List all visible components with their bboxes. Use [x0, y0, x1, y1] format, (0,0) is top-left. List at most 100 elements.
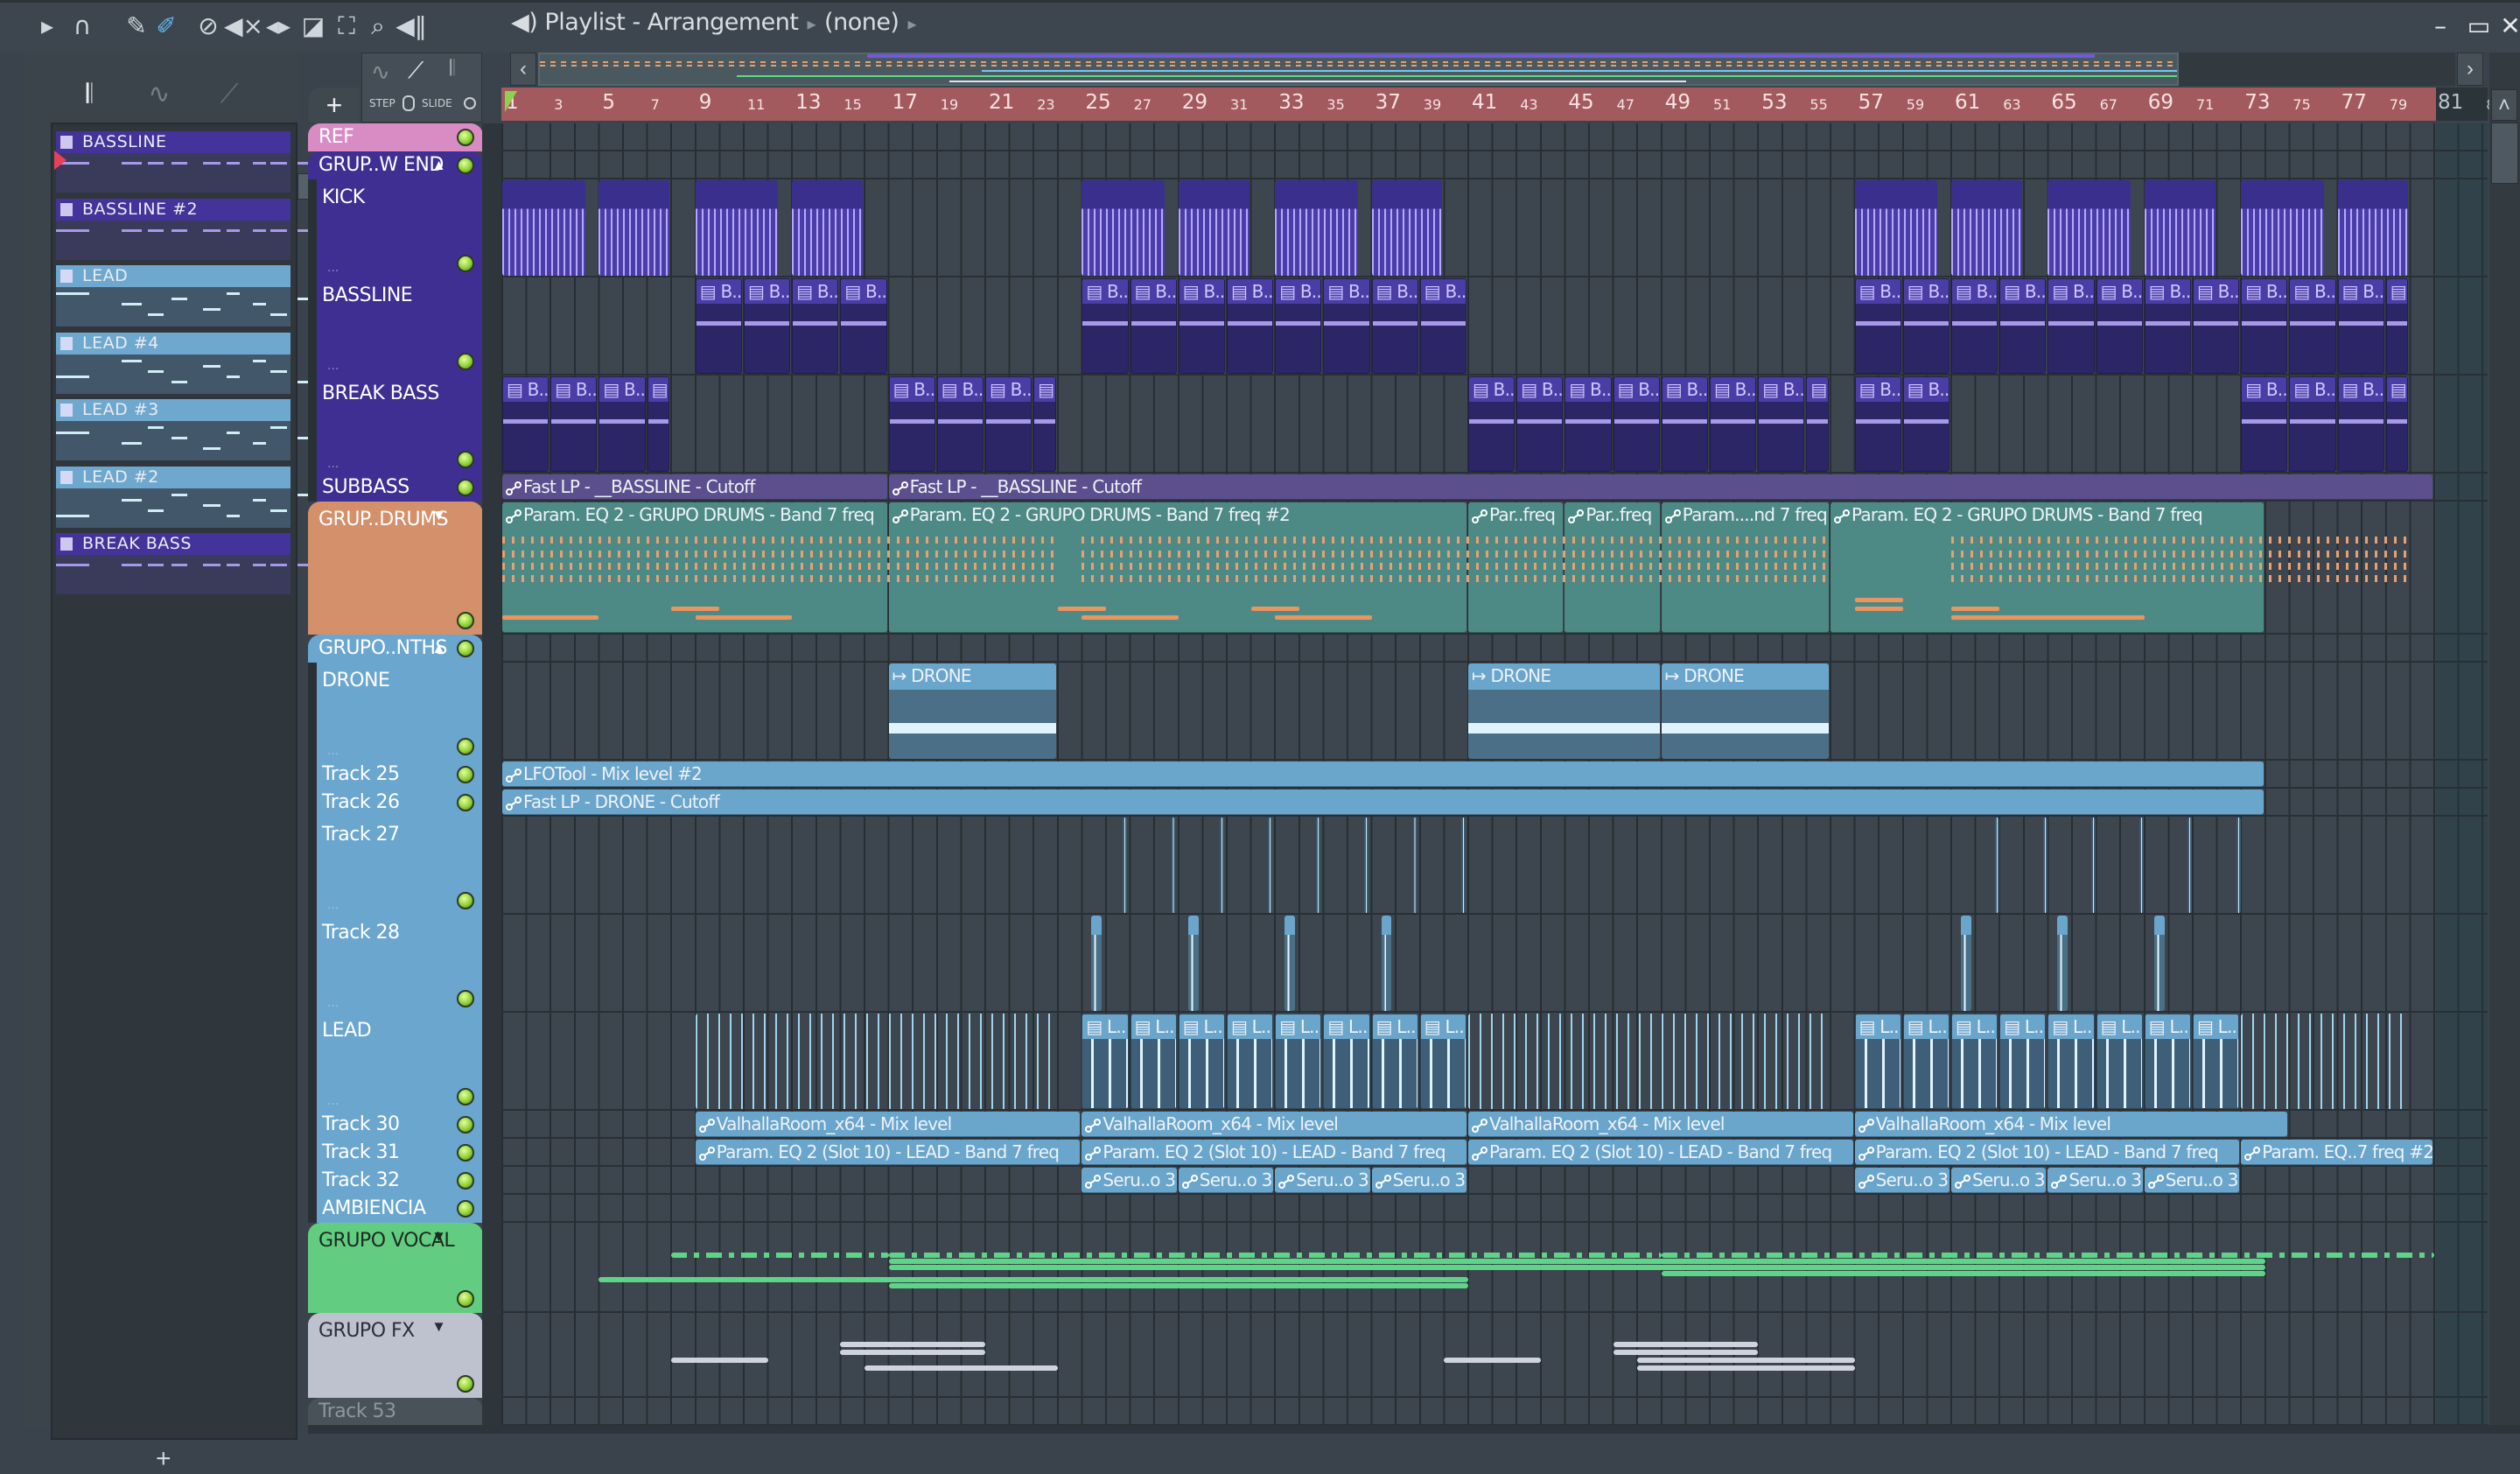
audio-clip[interactable] — [598, 180, 670, 276]
pattern-clip[interactable]: ▤ B.. — [1999, 278, 2047, 374]
audio-clip[interactable] — [1854, 180, 1938, 276]
track-header[interactable]: BASSLINE... — [308, 277, 483, 376]
pattern-clip[interactable]: ▤ B.. — [2241, 376, 2288, 472]
track-mute-led[interactable] — [457, 738, 474, 755]
scroll-up-button[interactable]: ˄ — [2491, 89, 2517, 121]
track-header[interactable]: GRUPO VOCAL ▼ — [308, 1223, 483, 1313]
pattern-clip[interactable]: ▤ L.. — [1082, 1014, 1129, 1109]
track-options-dots[interactable]: ... — [327, 995, 339, 1011]
pattern-clip[interactable]: ▤ B.. — [1806, 376, 1829, 472]
pattern-clip[interactable]: ▤ B.. — [1178, 278, 1225, 374]
pattern-clip[interactable]: ▤ L.. — [1227, 1014, 1274, 1109]
pattern-clip[interactable]: ▤ B.. — [744, 278, 791, 374]
track-header[interactable]: Track 27... — [308, 817, 483, 915]
pattern-clip[interactable]: ▤ B.. — [936, 376, 984, 472]
track-mute-led[interactable] — [457, 451, 474, 468]
automation-clip[interactable]: Fast LP - DRONE - Cutoff — [502, 790, 2264, 815]
automation-clip[interactable]: Param. EQ 2 (Slot 10) - LEAD - Band 7 fr… — [1082, 1140, 1466, 1165]
pattern-clip[interactable]: ▤ B.. — [1902, 376, 1950, 472]
audio-clip[interactable]: ↦ DRONE — [1661, 663, 1829, 759]
automation-clip[interactable]: Seru..o 3 — [2048, 1168, 2143, 1193]
track-header[interactable]: Track 28... — [308, 915, 483, 1013]
track-header[interactable]: SUBBASS — [308, 474, 483, 502]
track-mute-led[interactable] — [457, 1116, 474, 1134]
automation-clip[interactable]: Fast LP - __BASSLINE - Cutoff — [502, 474, 887, 500]
automation-clip[interactable]: ValhallaRoom_x64 - Mix level — [695, 1112, 1081, 1137]
select-icon[interactable]: ⛶ — [331, 11, 362, 42]
audio-clip[interactable] — [1364, 818, 1369, 913]
track-options-dots[interactable]: ... — [327, 260, 339, 276]
pencil-icon[interactable]: ✎ — [121, 11, 152, 42]
audio-clip[interactable]: ↦ DRONE — [888, 663, 1056, 759]
automation-clip[interactable]: Seru..o 3 — [2144, 1168, 2240, 1193]
track-header[interactable]: Track 30 — [308, 1111, 483, 1139]
audio-clip[interactable] — [2188, 818, 2193, 913]
audio-clip[interactable] — [1123, 818, 1128, 913]
collapse-arrow-icon[interactable]: ▼ — [431, 507, 446, 524]
pattern-clip[interactable]: ▤ B.. — [1758, 376, 1805, 472]
loop-region[interactable] — [501, 88, 2436, 121]
pattern-clip[interactable]: ▤ L.. — [1371, 1014, 1418, 1109]
pattern-clip[interactable]: ▤ B.. — [598, 376, 646, 472]
zoom-icon[interactable]: ⌕ — [362, 11, 394, 42]
track-mute-led[interactable] — [457, 990, 474, 1007]
pattern-clip[interactable]: ▤ B.. — [985, 376, 1032, 472]
picker-item[interactable]: BASSLINE — [56, 131, 313, 193]
pattern-clip[interactable]: ▤ B.. — [1710, 376, 1757, 472]
automation-clip[interactable]: Seru..o 3 — [1371, 1168, 1466, 1193]
lead-notes[interactable] — [695, 1014, 1056, 1109]
lead-notes[interactable] — [2241, 1014, 2409, 1109]
track-header[interactable]: GRUPO..NTHS ▲ — [308, 635, 483, 663]
pattern-clip[interactable]: ▤ B.. — [647, 376, 670, 472]
automation-clip[interactable]: Param. EQ 2 (Slot 10) - LEAD - Band 7 fr… — [695, 1140, 1081, 1165]
picker-item[interactable]: LEAD — [56, 265, 313, 326]
pattern-clip[interactable]: ▤ L.. — [1130, 1014, 1177, 1109]
picker-item[interactable]: LEAD #2 — [56, 466, 313, 528]
picker-item[interactable]: BREAK BASS — [56, 533, 313, 594]
pattern-clip[interactable]: ▤ B.. — [695, 278, 742, 374]
track-mute-led[interactable] — [457, 1290, 474, 1308]
pattern-clip[interactable]: ▤ B.. — [2193, 278, 2240, 374]
track-header[interactable]: Track 26 — [308, 789, 483, 817]
playlist-overview[interactable] — [538, 53, 2179, 86]
track-header[interactable]: REF — [308, 123, 483, 151]
automation-clip[interactable]: Fast LP - __BASSLINE - Cutoff — [888, 474, 2432, 500]
vertical-scrollbar[interactable] — [2489, 53, 2520, 1434]
add-track-button[interactable]: + — [309, 88, 360, 123]
pattern-clip[interactable]: ▤ L.. — [2096, 1014, 2143, 1109]
pattern-clip[interactable]: ▤ B.. — [792, 278, 839, 374]
track-mute-led[interactable] — [457, 640, 474, 657]
pattern-clip[interactable]: ▤ L.. — [1419, 1014, 1466, 1109]
pattern-clip[interactable]: ▤ B.. — [2241, 278, 2288, 374]
track-mute-led[interactable] — [457, 157, 474, 174]
pattern-clip[interactable]: ▤ B.. — [1854, 278, 1901, 374]
track-header[interactable]: BREAK BASS... — [308, 376, 483, 474]
pattern-clip[interactable]: ▤ B.. — [1419, 278, 1466, 374]
audio-clip[interactable] — [1316, 818, 1320, 913]
track-mute-led[interactable] — [457, 1200, 474, 1218]
audio-clip[interactable] — [1082, 180, 1165, 276]
automation-clip[interactable]: Seru..o 3 — [1951, 1168, 2047, 1193]
pattern-clip[interactable]: ▤ B.. — [2289, 278, 2336, 374]
track-mute-led[interactable] — [457, 479, 474, 496]
track-mute-led[interactable] — [457, 766, 474, 783]
pattern-clip[interactable]: ▤ L.. — [2144, 1014, 2191, 1109]
minimize-button[interactable]: – — [2426, 11, 2455, 42]
pattern-clip[interactable]: ▤ L.. — [1323, 1014, 1370, 1109]
add-pattern-button[interactable]: + — [156, 1444, 172, 1474]
slice-icon[interactable]: ◪ — [298, 11, 329, 42]
automation-node-icon[interactable]: ⟋ — [408, 57, 424, 85]
pattern-clip[interactable]: ▤ B.. — [1854, 376, 1901, 472]
automation-clip[interactable]: Param. EQ..7 freq #2 — [2241, 1140, 2432, 1165]
audio-clip[interactable] — [1371, 180, 1443, 276]
track-header[interactable]: GRUP..DRUMS ▼ — [308, 502, 483, 635]
track-header[interactable]: Track 53 — [308, 1398, 483, 1426]
audio-clip[interactable] — [1284, 916, 1296, 1011]
pattern-clip[interactable]: ▤ B.. — [2385, 278, 2409, 374]
pattern-clip[interactable]: ▤ B.. — [1323, 278, 1370, 374]
audio-clip[interactable] — [2236, 818, 2241, 913]
track-mute-led[interactable] — [457, 1088, 474, 1106]
collapse-arrow-icon[interactable]: ▲ — [431, 640, 446, 657]
pattern-clip[interactable]: ▤ B.. — [1227, 278, 1274, 374]
audio-clip[interactable] — [1275, 180, 1358, 276]
